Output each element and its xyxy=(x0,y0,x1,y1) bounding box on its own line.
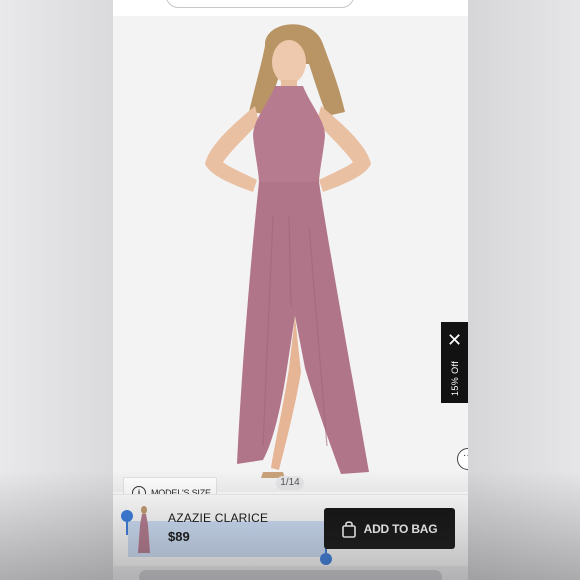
device-bezel-right xyxy=(468,0,580,580)
discount-promo-tab[interactable]: ✕ 15% Off xyxy=(441,322,468,403)
add-to-bag-button[interactable]: ADD TO BAG xyxy=(324,508,455,549)
product-price: $89 xyxy=(168,529,190,544)
bottom-navigation-strip xyxy=(113,566,468,580)
phone-screen: i MODEL'S SIZE 1/14 ✕ 15% Off ··· AZAZIE… xyxy=(113,0,468,580)
image-counter: 1/14 xyxy=(276,476,304,490)
product-photo[interactable]: i MODEL'S SIZE 1/14 xyxy=(113,16,468,509)
selection-start-handle[interactable] xyxy=(121,510,133,535)
product-name: AZAZIE CLARICE xyxy=(168,511,269,525)
device-bezel-left xyxy=(0,0,113,580)
model-in-dress-image xyxy=(205,24,371,478)
promo-label[interactable]: 15% Off xyxy=(445,356,465,400)
close-icon[interactable]: ✕ xyxy=(441,330,468,350)
text-selection-highlight xyxy=(128,521,325,557)
product-thumbnail[interactable] xyxy=(135,505,153,555)
add-to-bag-label: ADD TO BAG xyxy=(363,521,438,536)
selection-end-handle[interactable] xyxy=(320,537,332,565)
bag-icon xyxy=(341,520,356,538)
search-bar[interactable] xyxy=(166,0,354,8)
home-indicator[interactable] xyxy=(139,570,442,580)
sticky-purchase-bar: AZAZIE CLARICE $89 ADD TO BAG xyxy=(113,494,468,565)
